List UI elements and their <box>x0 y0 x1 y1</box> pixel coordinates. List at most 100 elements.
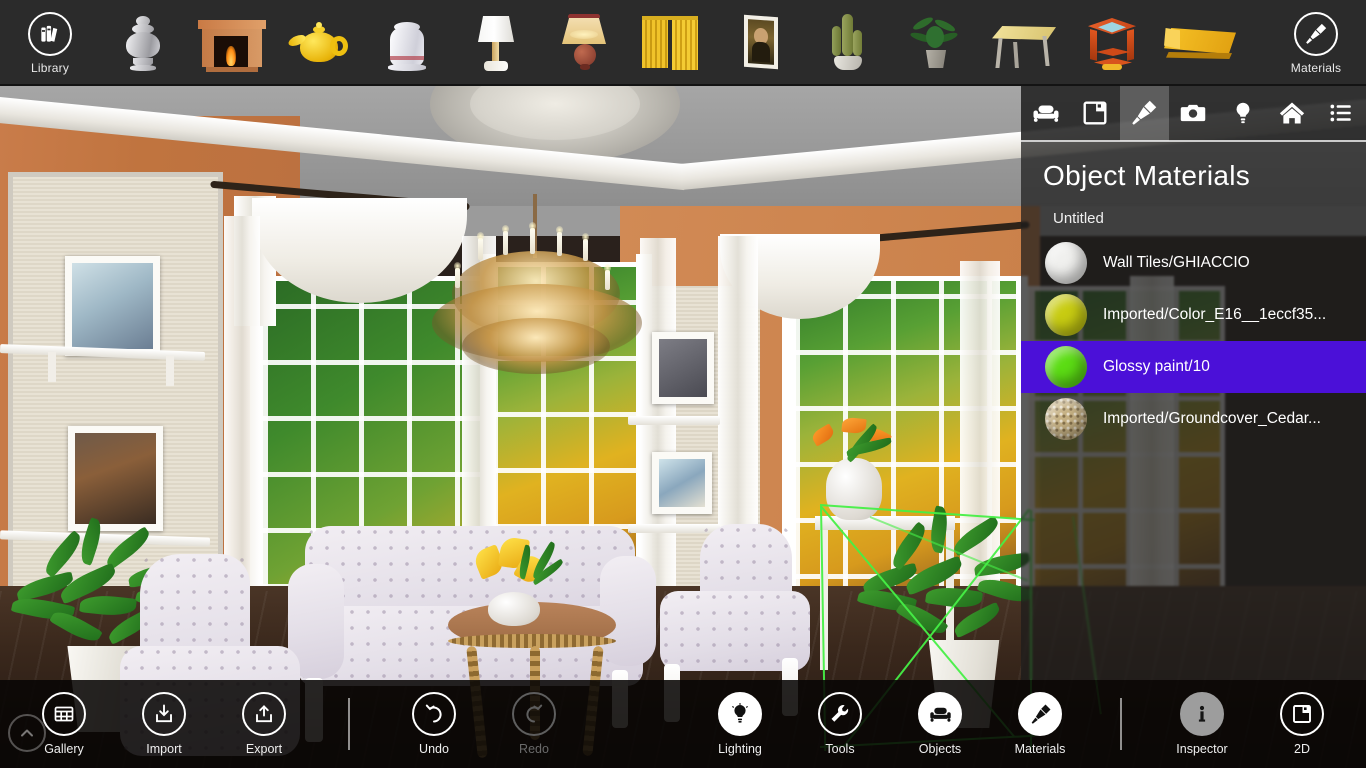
collapse-toolbar-button[interactable] <box>8 714 46 752</box>
paintbrush-icon <box>1018 692 1062 736</box>
chandelier-lower-tier <box>462 318 610 374</box>
tab-objects[interactable] <box>1021 85 1070 141</box>
tab-home[interactable] <box>1267 85 1316 141</box>
tab-camera[interactable] <box>1169 85 1218 141</box>
silver-vase-thumbnail <box>106 12 182 74</box>
undo-arrow-icon <box>412 692 456 736</box>
potted-plant-thumbnail <box>898 12 974 74</box>
inspector-button[interactable]: Inspector <box>1152 680 1252 768</box>
chandelier-candle-6 <box>454 262 461 288</box>
material-label-1: Imported/Color_E16__1eccf35... <box>1103 306 1327 323</box>
material-swatch-3 <box>1045 398 1087 440</box>
thumbnail-cactus-plant[interactable] <box>804 0 892 86</box>
sofa-arm-right <box>600 556 656 666</box>
panel-title: Object Materials <box>1043 160 1251 191</box>
thumbnail-shaded-lamp[interactable] <box>540 0 628 86</box>
top-toolbar: Library Materials <box>0 0 1366 86</box>
tools-button[interactable]: Tools <box>790 680 890 768</box>
shelf-bracket-2 <box>166 356 174 386</box>
artwork-lower-left <box>68 426 163 531</box>
thumbnail-table-lamp[interactable] <box>452 0 540 86</box>
thumbnail-yellow-bed[interactable] <box>1156 0 1244 86</box>
thumbnail-wooden-table[interactable] <box>980 0 1068 86</box>
artwork-upper-left <box>65 256 160 356</box>
import-button[interactable]: Import <box>114 680 214 768</box>
material-row-2[interactable]: Glossy paint/10 <box>1021 341 1366 393</box>
list-icon <box>1330 104 1352 122</box>
material-swatch-0 <box>1045 242 1087 284</box>
home-icon <box>1279 102 1305 124</box>
floorplan-icon <box>1083 101 1107 125</box>
lightbulb-icon <box>1236 102 1250 124</box>
artwork-back-upper <box>652 332 714 404</box>
thumbnail-yellow-teapot[interactable] <box>276 0 364 86</box>
thumbnail-mona-lisa-painting[interactable] <box>716 0 804 86</box>
orange-side-table-thumbnail <box>1074 12 1150 74</box>
tab-materials[interactable] <box>1119 85 1169 141</box>
gallery-grid-icon <box>42 692 86 736</box>
lighting-label: Lighting <box>718 742 762 756</box>
yellow-curtains-thumbnail <box>634 12 710 74</box>
wooden-table-thumbnail <box>986 12 1062 74</box>
materials-toolbar-button[interactable]: Materials <box>1266 0 1366 86</box>
material-list: Wall Tiles/GHIACCIO Imported/Color_E16__… <box>1021 237 1366 445</box>
redo-arrow-icon <box>512 692 556 736</box>
artwork-back-lower <box>652 452 712 514</box>
shelf-bracket-1 <box>48 352 56 382</box>
thumbnail-potted-plant[interactable] <box>892 0 980 86</box>
redo-button[interactable]: Redo <box>484 680 584 768</box>
materials-button[interactable]: Materials <box>990 680 1090 768</box>
material-row-3[interactable]: Imported/Groundcover_Cedar... <box>1021 393 1366 445</box>
inspector-label: Inspector <box>1176 742 1228 756</box>
undo-button[interactable]: Undo <box>384 680 484 768</box>
tab-list[interactable] <box>1317 85 1366 141</box>
gallery-label: Gallery <box>44 742 84 756</box>
wall-shelf-back-upper <box>628 416 720 425</box>
panel-subtitle: Untitled <box>1053 210 1104 227</box>
material-label-0: Wall Tiles/GHIACCIO <box>1103 254 1250 271</box>
armchair-icon <box>1033 105 1059 122</box>
thumbnail-white-jug[interactable] <box>364 0 452 86</box>
white-jug-thumbnail <box>370 12 446 74</box>
chandelier-candle-2 <box>502 225 509 255</box>
cactus-plant-thumbnail <box>810 12 886 74</box>
paintbrush-icon <box>1132 100 1157 125</box>
yellow-teapot-thumbnail <box>282 12 358 74</box>
bottom-toolbar: Gallery Import Export Undo Redo Lighting… <box>0 680 1366 768</box>
import-label: Import <box>146 742 182 756</box>
material-swatch-2 <box>1045 346 1087 388</box>
paintbrush-icon <box>1294 11 1338 56</box>
library-button[interactable]: Library <box>0 0 100 86</box>
camera-icon <box>1181 104 1206 122</box>
chandelier-candle-4 <box>556 226 563 256</box>
chandelier-candle-3 <box>529 222 536 254</box>
tab-lighting[interactable] <box>1218 85 1267 141</box>
thumbnail-orange-side-table[interactable] <box>1068 0 1156 86</box>
chandelier-candle-7 <box>604 264 611 290</box>
thumbnail-silver-vase[interactable] <box>100 0 188 86</box>
lighting-button[interactable]: Lighting <box>690 680 790 768</box>
material-row-0[interactable]: Wall Tiles/GHIACCIO <box>1021 237 1366 289</box>
objects-button[interactable]: Objects <box>890 680 990 768</box>
library-label: Library <box>30 60 70 75</box>
redo-label: Redo <box>519 742 549 756</box>
chevron-up-icon <box>21 729 33 737</box>
export-button[interactable]: Export <box>214 680 314 768</box>
materials-toolbar-label: Materials <box>1290 60 1342 75</box>
tab-floorplan[interactable] <box>1070 85 1119 141</box>
export-label: Export <box>245 742 283 756</box>
mona-lisa-painting-thumbnail <box>722 12 798 74</box>
library-books-icon <box>28 11 72 56</box>
twod-button[interactable]: 2D <box>1252 680 1352 768</box>
upload-icon <box>242 692 286 736</box>
shaded-lamp-thumbnail <box>546 12 622 74</box>
tools-label: Tools <box>825 742 855 756</box>
material-label-2: Glossy paint/10 <box>1103 358 1210 375</box>
table-lamp-thumbnail <box>458 12 534 74</box>
thumbnail-yellow-curtains[interactable] <box>628 0 716 86</box>
flower-vase <box>488 592 540 626</box>
material-row-1[interactable]: Imported/Color_E16__1eccf35... <box>1021 289 1366 341</box>
yellow-bed-thumbnail <box>1162 12 1238 74</box>
thumbnail-fireplace[interactable] <box>188 0 276 86</box>
undo-label: Undo <box>419 742 449 756</box>
